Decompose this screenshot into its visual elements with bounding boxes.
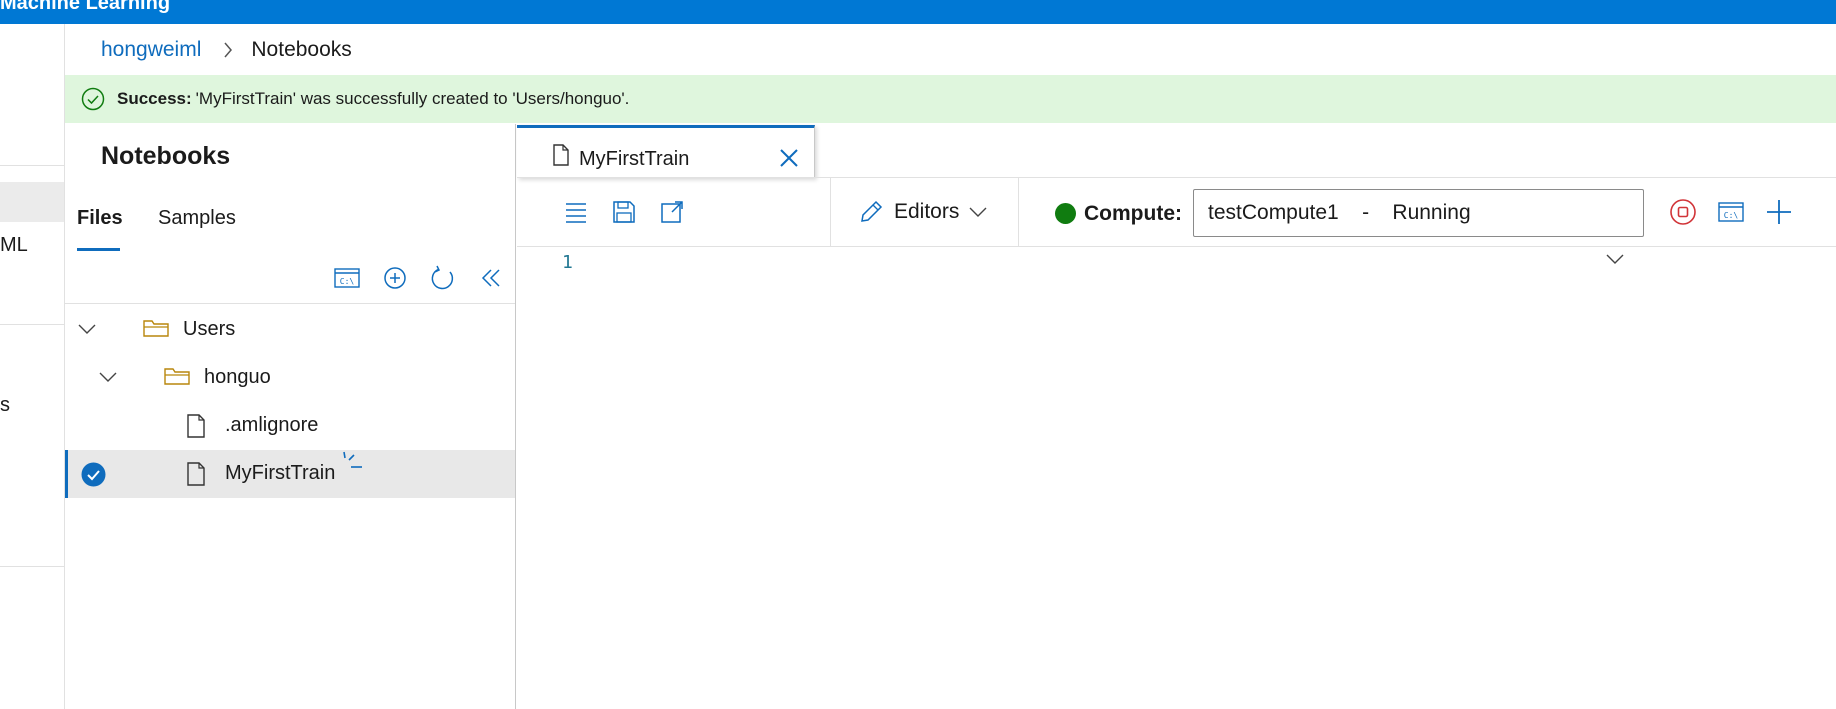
collapse-icon[interactable] [476, 263, 506, 293]
editors-label: Editors [894, 200, 960, 223]
toolbar-separator [1018, 178, 1019, 246]
panel-divider[interactable] [515, 124, 516, 709]
top-bar: Machine Learning [0, 0, 1836, 24]
panel-title: Notebooks [101, 142, 231, 170]
tab-samples[interactable]: Samples [158, 207, 236, 230]
tree-label: .amlignore [225, 414, 319, 436]
save-icon[interactable] [609, 197, 639, 227]
tab-files-underline [77, 248, 120, 251]
file-icon [187, 414, 205, 438]
svg-text:C:\: C:\ [340, 277, 355, 286]
line-number: 1 [562, 252, 573, 273]
tree-row-myfirsttrain[interactable]: MyFirstTrain [65, 450, 515, 498]
nav-item-selected[interactable] [0, 182, 64, 222]
tree-label: Users [183, 318, 236, 340]
chevron-right-icon [223, 42, 233, 58]
success-banner: Success: 'MyFirstTrain' was successfully… [65, 75, 1836, 123]
nav-item-s[interactable]: s [0, 394, 10, 417]
nav-divider [0, 165, 64, 166]
open-external-icon[interactable] [657, 197, 687, 227]
left-nav: ML s [0, 24, 65, 709]
pencil-icon [858, 199, 884, 225]
folder-icon [164, 366, 190, 386]
breadcrumb-current: Notebooks [251, 37, 352, 61]
banner-label: Success: [117, 89, 192, 108]
toolbar-separator [830, 178, 831, 246]
refresh-icon[interactable] [428, 263, 458, 293]
banner-message: 'MyFirstTrain' was successfully created … [195, 89, 630, 108]
compute-status-dot [1055, 203, 1076, 224]
nav-item-ml[interactable]: ML [0, 234, 28, 257]
folder-icon [143, 318, 169, 338]
svg-text:C:\: C:\ [1724, 211, 1739, 220]
toolbar-divider [517, 246, 1836, 247]
editor-tab[interactable]: MyFirstTrain [517, 125, 815, 178]
tree-row-honguo[interactable]: honguo [65, 354, 515, 402]
file-icon [553, 144, 569, 166]
app-title: Machine Learning [0, 0, 171, 14]
breadcrumb: hongweiml Notebooks [65, 24, 352, 75]
terminal-icon[interactable]: C:\ [332, 263, 362, 293]
nav-divider [0, 324, 64, 325]
tree-label: MyFirstTrain [225, 462, 336, 484]
breadcrumb-workspace-link[interactable]: hongweiml [101, 38, 201, 62]
code-editor[interactable] [600, 248, 1836, 709]
close-icon[interactable] [779, 148, 799, 168]
nav-divider [0, 566, 64, 567]
selected-check-icon[interactable] [81, 462, 106, 487]
compute-value: testCompute1 - Running [1208, 201, 1471, 224]
add-icon[interactable] [380, 263, 410, 293]
file-icon [187, 462, 205, 486]
tab-files[interactable]: Files [77, 207, 123, 230]
chevron-down-icon [969, 207, 987, 218]
editors-dropdown[interactable]: Editors [858, 195, 987, 229]
tree-label: honguo [204, 366, 271, 388]
compute-select[interactable]: testCompute1 - Running [1193, 189, 1644, 264]
loading-spinner-icon [342, 450, 366, 472]
tabstrip-divider [517, 177, 1836, 178]
menu-icon[interactable] [561, 197, 591, 227]
terminal-icon[interactable]: C:\ [1716, 197, 1746, 227]
chevron-down-icon[interactable] [78, 324, 96, 335]
editor-tab-label: MyFirstTrain [579, 148, 690, 170]
stop-compute-icon[interactable] [1668, 197, 1698, 227]
add-compute-icon[interactable] [1764, 197, 1794, 227]
success-check-icon [81, 87, 105, 111]
tree-row-users[interactable]: Users [65, 306, 515, 354]
tree-row-amlignore[interactable]: .amlignore [65, 402, 515, 450]
panel-separator [65, 303, 515, 304]
compute-label: Compute: [1084, 202, 1182, 225]
chevron-down-icon[interactable] [99, 372, 117, 383]
